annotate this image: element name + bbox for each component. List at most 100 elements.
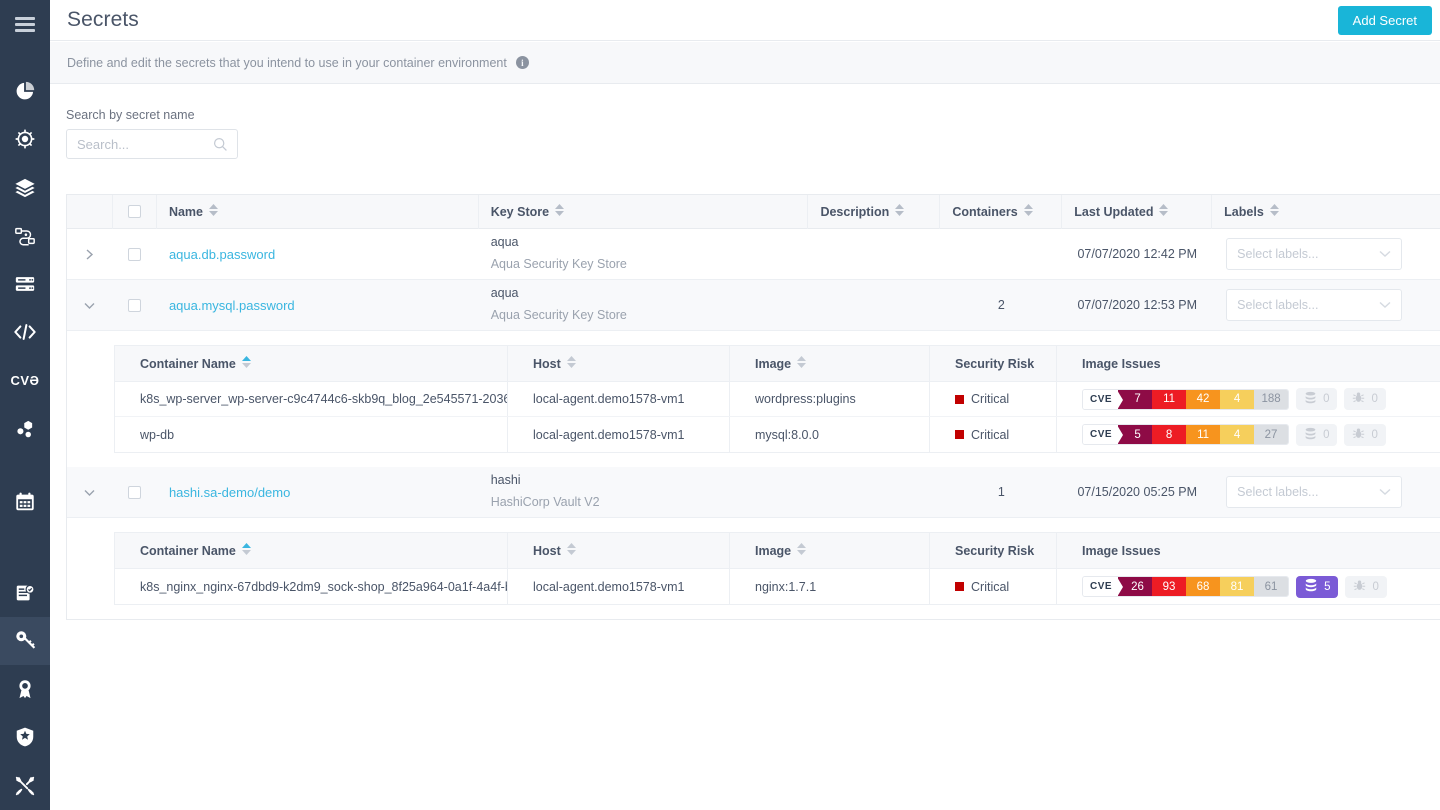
sidebar-item-functions[interactable] — [0, 308, 50, 356]
sort-icon[interactable] — [895, 204, 905, 219]
cve-severity-strip[interactable]: CVE 5 8 11 4 27 — [1082, 424, 1290, 445]
chevron-down-icon[interactable] — [1379, 485, 1391, 499]
chevron-down-icon[interactable] — [1379, 298, 1391, 312]
column-header-labels[interactable]: Labels — [1212, 195, 1440, 229]
column-header-image[interactable]: Image — [730, 345, 930, 382]
sort-icon[interactable] — [797, 356, 807, 371]
sort-icon[interactable] — [208, 204, 218, 219]
container-name-cell: k8s_nginx_nginx-67dbd9-k2dm9_sock-shop_8… — [115, 569, 508, 604]
container-row[interactable]: wp-db local-agent.demo1578-vm1 mysql:8.0… — [115, 417, 1440, 452]
sort-icon-asc[interactable] — [241, 543, 251, 558]
search-icon[interactable] — [213, 137, 228, 157]
checkbox-box[interactable] — [128, 298, 142, 312]
container-name-cell: k8s_wp-server_wp-server-c9c4744c6-skb9q_… — [115, 382, 508, 416]
sidebar-item-scans[interactable] — [0, 477, 50, 525]
chevron-down-icon[interactable] — [1379, 247, 1391, 261]
sort-icon[interactable] — [797, 543, 807, 558]
cve-severity-strip[interactable]: CVE 7 11 42 4 188 — [1082, 388, 1290, 410]
image-cell: mysql:8.0.0 — [730, 417, 930, 452]
secret-name-link[interactable]: aqua.db.password — [169, 247, 275, 262]
cve-low-count: 4 — [1220, 425, 1255, 444]
page-header: Secrets Add Secret — [50, 0, 1440, 41]
sort-icon[interactable] — [555, 204, 565, 219]
risk-indicator-square — [955, 582, 964, 591]
sensitive-data-badge[interactable]: 5 — [1296, 575, 1339, 598]
column-header-containers[interactable]: Containers — [940, 194, 1063, 229]
labels-cell: Select labels... — [1212, 280, 1440, 330]
labels-select[interactable]: Select labels... — [1226, 476, 1403, 508]
sidebar-item-compliance[interactable] — [0, 665, 50, 713]
page-description-banner: Define and edit the secrets that you int… — [50, 42, 1440, 84]
sensitive-data-badge[interactable]: 0 — [1296, 388, 1338, 410]
sort-icon[interactable] — [1159, 204, 1169, 219]
column-header-name[interactable]: Name — [157, 194, 479, 229]
sensitive-data-badge[interactable]: 0 — [1296, 423, 1338, 446]
sidebar-item-navigator[interactable] — [0, 115, 50, 163]
table-row[interactable]: hashi.sa-demo/demo hashi HashiCorp Vault… — [67, 467, 1440, 518]
labels-select[interactable]: Select labels... — [1226, 289, 1403, 321]
sidebar-item-images[interactable] — [0, 163, 50, 211]
search-box[interactable] — [66, 129, 238, 159]
collapse-row-button[interactable] — [67, 280, 113, 330]
collapse-row-button[interactable] — [67, 467, 113, 517]
cve-negligible-count: 188 — [1254, 389, 1289, 409]
select-all-checkbox[interactable] — [113, 194, 157, 229]
expand-row-button[interactable] — [67, 229, 113, 279]
layers-icon — [14, 177, 36, 199]
container-row[interactable]: k8s_wp-server_wp-server-c9c4744c6-skb9q_… — [115, 382, 1440, 417]
table-row[interactable]: aqua.db.password aqua Aqua Security Key … — [67, 229, 1440, 280]
sidebar-item-runtime-security[interactable] — [0, 713, 50, 761]
malware-badge[interactable]: 0 — [1344, 388, 1386, 410]
malware-badge[interactable]: 0 — [1344, 423, 1386, 446]
labels-select[interactable]: Select labels... — [1226, 238, 1403, 270]
calendar-icon — [14, 491, 36, 513]
info-icon[interactable]: i — [515, 56, 529, 69]
sort-icon[interactable] — [1269, 204, 1279, 219]
sidebar-item-cve[interactable]: CVƏ — [0, 357, 50, 405]
key-store-type: Aqua Security Key Store — [490, 308, 627, 322]
malware-badge[interactable]: 0 — [1345, 575, 1387, 598]
hamburger-menu-button[interactable] — [0, 0, 50, 48]
sort-icon[interactable] — [566, 356, 576, 371]
sidebar-item-secrets[interactable] — [0, 616, 50, 665]
column-header-image[interactable]: Image — [730, 532, 930, 569]
row-checkbox[interactable] — [113, 280, 157, 330]
sidebar-item-hosts[interactable] — [0, 260, 50, 308]
table-row[interactable]: aqua.mysql.password aqua Aqua Security K… — [67, 280, 1440, 331]
column-header-host[interactable]: Host — [508, 532, 730, 569]
checkbox-box[interactable] — [127, 205, 141, 218]
checkbox-box[interactable] — [128, 247, 142, 261]
column-header-description[interactable]: Description — [808, 194, 941, 229]
column-header-key-store[interactable]: Key Store — [479, 194, 809, 229]
cve-severity-strip[interactable]: CVE 26 93 68 81 61 — [1082, 576, 1290, 597]
sidebar-item-administration[interactable] — [0, 762, 50, 810]
key-store-type: Aqua Security Key Store — [490, 257, 627, 271]
column-header-container-name[interactable]: Container Name — [115, 345, 508, 382]
search-input[interactable] — [77, 136, 217, 152]
checkbox-box[interactable] — [128, 485, 142, 499]
column-label: Host — [533, 543, 561, 558]
container-row[interactable]: k8s_nginx_nginx-67dbd9-k2dm9_sock-shop_8… — [115, 569, 1440, 604]
cve-critical-count: 5 — [1118, 425, 1153, 444]
secret-name-link[interactable]: aqua.mysql.password — [169, 298, 295, 313]
sidebar-item-kubernetes[interactable] — [0, 405, 50, 453]
sensitive-data-icon — [1304, 427, 1317, 443]
sort-icon[interactable] — [1023, 204, 1033, 219]
secret-name-link[interactable]: hashi.sa-demo/demo — [169, 485, 290, 500]
add-secret-button[interactable]: Add Secret — [1337, 6, 1432, 35]
row-checkbox[interactable] — [113, 467, 157, 517]
labels-placeholder: Select labels... — [1237, 247, 1319, 261]
column-header-container-name[interactable]: Container Name — [115, 532, 508, 569]
sort-icon-asc[interactable] — [241, 356, 251, 371]
column-header-last-updated[interactable]: Last Updated — [1062, 194, 1213, 229]
column-header-host[interactable]: Host — [508, 345, 730, 382]
page-title: Secrets — [67, 8, 139, 31]
sidebar-item-dashboard[interactable] — [0, 67, 50, 115]
sidebar-item-pipelines[interactable] — [0, 212, 50, 260]
row-checkbox[interactable] — [113, 229, 157, 279]
nested-container-table-wrapper: Container Name Host Image Security Risk … — [67, 331, 1440, 467]
sort-icon[interactable] — [566, 543, 576, 558]
cve-label: CVE — [1083, 425, 1124, 444]
containers-cell: 1 — [997, 485, 1005, 499]
sidebar-item-policies[interactable] — [0, 568, 50, 616]
